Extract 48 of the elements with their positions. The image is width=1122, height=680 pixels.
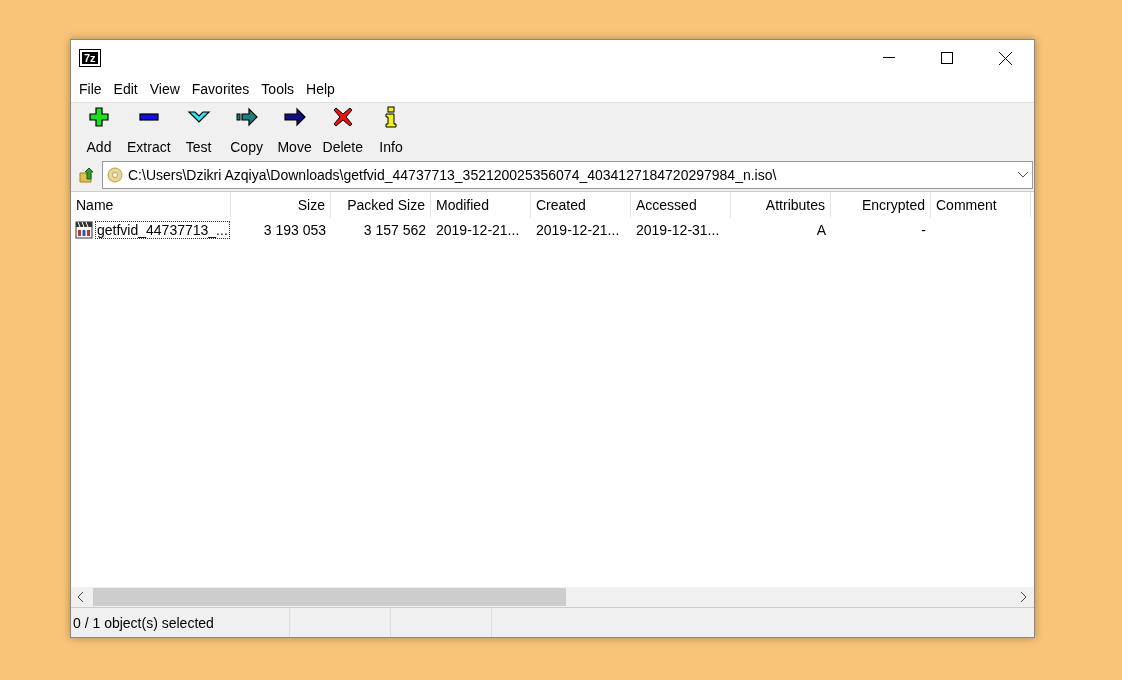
column-header[interactable]: Comment <box>931 192 1031 218</box>
minimize-icon[interactable] <box>883 57 895 59</box>
menu-item[interactable]: Edit <box>107 81 144 97</box>
toolbar-button[interactable]: Add <box>75 106 123 155</box>
column-header[interactable]: Attributes <box>731 192 831 218</box>
table-cell-text: 3 193 053 <box>262 221 327 240</box>
table-cell-text: - <box>920 221 927 240</box>
arrow-right-icon <box>282 106 307 128</box>
column-header[interactable]: Modified <box>431 192 531 218</box>
cross-icon <box>331 106 354 128</box>
toolbar-button[interactable]: Move <box>270 106 319 155</box>
menu-item[interactable]: File <box>73 81 108 97</box>
column-header[interactable]: Accessed <box>631 192 731 218</box>
chevron-left-icon[interactable] <box>78 592 84 602</box>
menu-item[interactable]: Favorites <box>185 81 256 97</box>
toolbar-button[interactable]: Test <box>174 106 223 155</box>
table-cell-text: 2019-12-31... <box>635 221 721 240</box>
menu-item[interactable]: Tools <box>255 81 301 97</box>
plus-icon <box>88 106 110 128</box>
address-field[interactable]: C:\Users\Dzikri Azqiya\Downloads\getfvid_44737713_352120025356074_4034127184720297984_n.iso\ <box>102 161 1033 189</box>
column-header[interactable]: Packed Size <box>331 192 431 218</box>
menu-item[interactable]: View <box>143 81 186 97</box>
chevron-right-icon[interactable] <box>1021 592 1027 602</box>
table-cell-text: 3 157 562 <box>362 221 427 240</box>
column-header[interactable]: Name <box>71 192 231 218</box>
folder-up-icon[interactable] <box>79 167 95 183</box>
status-text: 0 / 1 object(s) selected <box>71 608 290 637</box>
window-title: 7z <box>80 50 100 66</box>
toolbar-button[interactable]: Copy <box>222 106 271 155</box>
column-header[interactable]: Size <box>231 192 331 218</box>
maximize-icon[interactable] <box>941 52 953 64</box>
table-cell-text: 2019-12-21... <box>435 221 521 240</box>
disc-icon <box>107 167 123 183</box>
table-cell-text: A <box>815 221 827 240</box>
arrow-right-icon <box>234 106 259 128</box>
close-icon[interactable] <box>998 51 1012 65</box>
menu-item[interactable]: Help <box>300 81 341 97</box>
toolbar-button[interactable]: Delete <box>318 106 368 155</box>
video-file-icon <box>75 221 93 239</box>
chevron-down-icon[interactable] <box>1018 172 1028 178</box>
toolbar-button[interactable]: Info <box>367 106 416 155</box>
column-header[interactable]: Created <box>531 192 631 218</box>
toolbar-button[interactable]: Extract <box>123 106 175 155</box>
info-icon <box>384 106 399 128</box>
file-name[interactable]: getfvid_44737713_... <box>95 221 230 239</box>
column-header[interactable]: Encrypted <box>831 192 931 218</box>
horizontal-scrollbar[interactable] <box>71 587 1034 607</box>
table-cell-text: 2019-12-21... <box>535 221 621 240</box>
